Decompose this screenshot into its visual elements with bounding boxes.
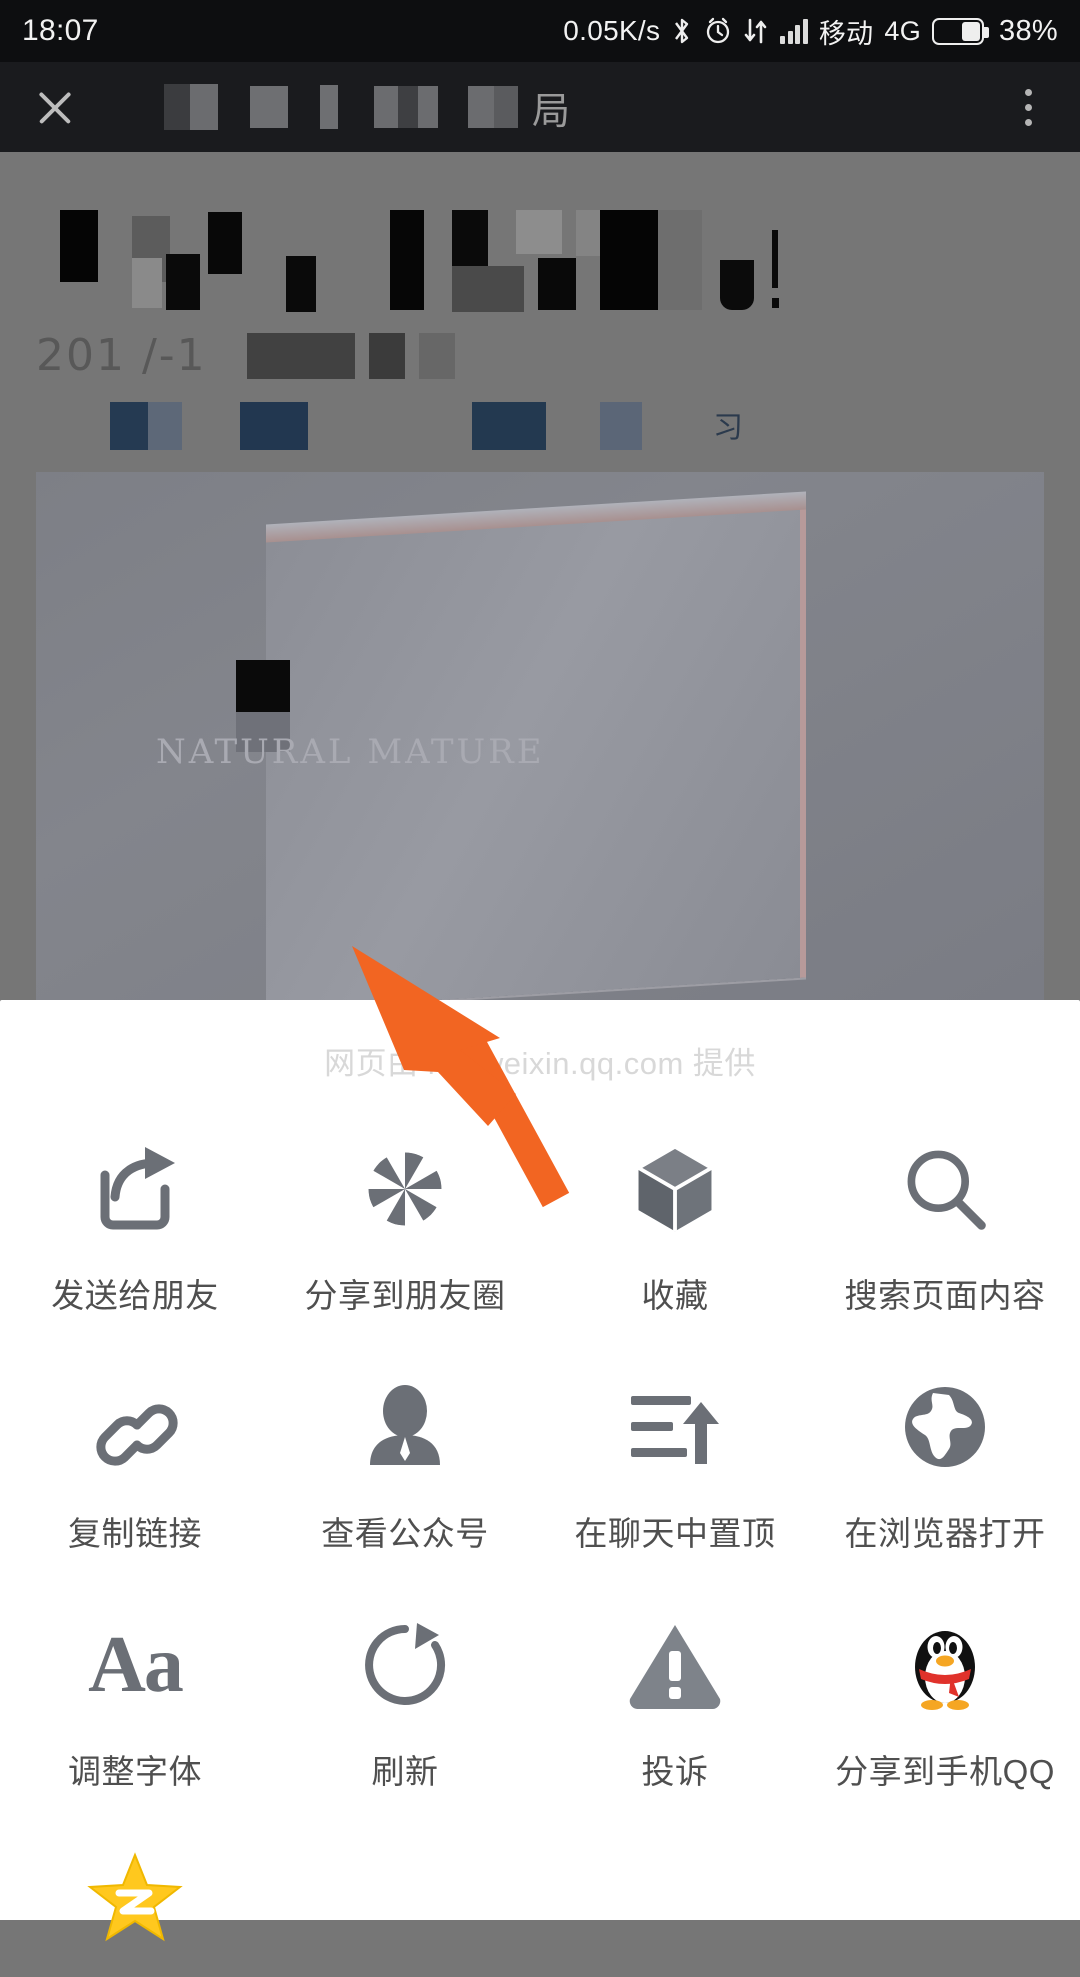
battery-percent-label: 38%: [999, 14, 1058, 47]
warning-icon: [628, 1611, 722, 1719]
battery-icon: [932, 17, 990, 45]
share-item-pin-to-chat[interactable]: 在聊天中置顶: [540, 1321, 810, 1559]
article-subtitle-redacted: 习: [110, 402, 746, 450]
share-item-search-page[interactable]: 搜索页面内容: [810, 1083, 1080, 1321]
status-bar: 18:07 0.05K/s 移动 4G 38%: [0, 0, 1080, 62]
qq-penguin-icon: [905, 1611, 985, 1719]
share-item-label: 刷新: [371, 1753, 439, 1790]
share-item-label: 在聊天中置顶: [574, 1515, 776, 1552]
alarm-icon: [704, 16, 732, 46]
share-item-placeholder-4: [810, 1797, 1080, 1977]
share-item-label: 投诉: [641, 1753, 709, 1790]
page-title: 局: [164, 77, 1000, 137]
font-size-icon: Aa: [88, 1620, 184, 1709]
share-sheet-source-label: 网页由 mp.weixin.qq.com 提供: [324, 1046, 756, 1081]
status-icons: 0.05K/s 移动 4G 38%: [563, 12, 1058, 51]
cube-favorite-icon: [629, 1135, 721, 1243]
share-sheet: 网页由 mp.weixin.qq.com 提供 发送给朋友 分享到朋友圈 收藏 …: [0, 1000, 1080, 1942]
share-item-label: 搜索页面内容: [844, 1277, 1046, 1314]
article-caption-glyph: 习: [708, 411, 741, 441]
more-options-icon[interactable]: [1000, 76, 1056, 138]
signal-bars-icon: [780, 18, 808, 44]
article-content: 201 /-1 习 NATURAL MATURE: [0, 152, 1080, 1000]
share-row-4: [0, 1797, 1080, 1977]
share-item-adjust-font[interactable]: Aa 调整字体: [0, 1559, 270, 1797]
globe-icon: [899, 1373, 991, 1481]
share-item-label: 复制链接: [68, 1515, 202, 1552]
share-forward-icon: [83, 1135, 187, 1243]
share-item-share-to-moments[interactable]: 分享到朋友圈: [270, 1083, 540, 1321]
share-item-open-in-browser[interactable]: 在浏览器打开: [810, 1321, 1080, 1559]
bluetooth-icon: [671, 16, 693, 46]
share-row-1: 发送给朋友 分享到朋友圈 收藏 搜索页面内容: [0, 1083, 1080, 1321]
share-item-placeholder-2: [270, 1797, 540, 1977]
share-item-label: 在浏览器打开: [844, 1515, 1046, 1552]
share-row-2: 复制链接 查看公众号 在聊天中置顶 在浏览器打开: [0, 1321, 1080, 1559]
person-icon: [362, 1373, 448, 1481]
qzone-star-icon: [87, 1843, 183, 1951]
share-item-label: 收藏: [641, 1277, 709, 1314]
pin-to-top-icon: [627, 1373, 723, 1481]
article-title-redacted: [60, 210, 960, 312]
article-date: 201 /-1: [36, 330, 455, 381]
search-icon: [897, 1135, 993, 1243]
carrier-label: 移动: [818, 18, 874, 49]
share-item-view-official-account[interactable]: 查看公众号: [270, 1321, 540, 1559]
aperture-icon: [357, 1135, 453, 1243]
share-item-label: 分享到朋友圈: [304, 1277, 506, 1314]
article-date-text: 201 /-1: [36, 330, 207, 381]
status-time: 18:07: [22, 14, 99, 47]
share-item-label: 分享到手机QQ: [835, 1753, 1055, 1790]
share-item-qzone[interactable]: [0, 1797, 270, 1977]
share-item-favorite[interactable]: 收藏: [540, 1083, 810, 1321]
share-item-report[interactable]: 投诉: [540, 1559, 810, 1797]
share-item-copy-link[interactable]: 复制链接: [0, 1321, 270, 1559]
share-item-share-to-qq[interactable]: 分享到手机QQ: [810, 1559, 1080, 1797]
share-item-label: 调整字体: [68, 1753, 202, 1790]
refresh-icon: [359, 1611, 451, 1719]
link-chain-icon: [89, 1373, 181, 1481]
title-redacted-text: [164, 84, 518, 130]
data-transfer-icon: [743, 16, 769, 46]
network-speed-label: 0.05K/s: [563, 15, 661, 46]
title-bar: 局: [0, 62, 1080, 152]
image-caption: NATURAL MATURE: [156, 732, 545, 772]
share-item-label: 发送给朋友: [51, 1277, 219, 1314]
network-type-label: 4G: [884, 15, 922, 46]
share-item-label: 查看公众号: [321, 1515, 489, 1552]
close-icon[interactable]: [24, 76, 86, 138]
share-row-3: Aa 调整字体 刷新 投诉 分享到手机QQ: [0, 1559, 1080, 1797]
title-glyph: 局: [532, 88, 571, 133]
article-image: NATURAL MATURE: [36, 472, 1044, 1000]
share-item-refresh[interactable]: 刷新: [270, 1559, 540, 1797]
share-item-placeholder-3: [540, 1797, 810, 1977]
share-item-send-to-friend[interactable]: 发送给朋友: [0, 1083, 270, 1321]
